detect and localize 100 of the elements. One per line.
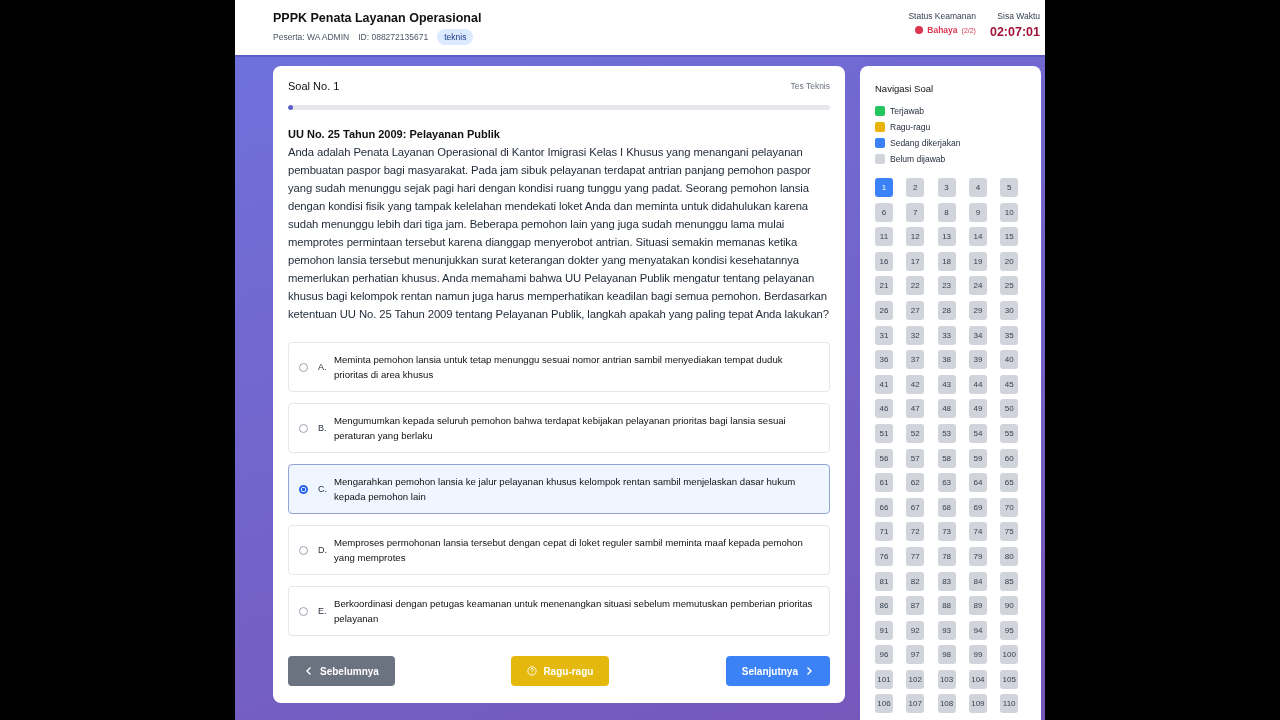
question-number-button[interactable]: 108 [937, 694, 956, 714]
question-number-button[interactable]: 88 [937, 596, 956, 616]
question-number-button[interactable]: 104 [968, 669, 987, 689]
question-number-button[interactable]: 34 [968, 325, 987, 345]
question-number-button[interactable]: 66 [875, 497, 893, 517]
question-number-button[interactable]: 95 [1000, 620, 1019, 640]
question-number-button[interactable]: 27 [906, 300, 925, 320]
question-number-button[interactable]: 26 [875, 300, 893, 320]
question-number-button[interactable]: 99 [968, 645, 987, 665]
question-number-button[interactable]: 109 [968, 694, 987, 714]
question-number-button[interactable]: 81 [875, 571, 893, 591]
question-number-button[interactable]: 62 [906, 473, 925, 493]
answer-option[interactable]: D. Memproses permohonan lansia tersebut dengan cepat di loket reguler sambil meminta maaf kepada pemohon yang memprotes [288, 525, 830, 575]
question-number-button[interactable]: 78 [937, 546, 956, 566]
question-number-button[interactable]: 97 [906, 645, 925, 665]
question-number-button[interactable]: 9 [968, 202, 987, 222]
question-number-button[interactable]: 59 [968, 448, 987, 468]
question-number-button[interactable]: 6 [875, 202, 893, 222]
question-number-button[interactable]: 24 [968, 276, 987, 296]
question-number-button[interactable]: 32 [906, 325, 925, 345]
question-number-button[interactable]: 14 [968, 227, 987, 247]
question-number-button[interactable]: 37 [906, 350, 925, 370]
question-number-button[interactable]: 70 [1000, 497, 1019, 517]
question-number-button[interactable]: 105 [1000, 669, 1019, 689]
answer-option[interactable]: A. Meminta pemohon lansia untuk tetap menunggu sesuai nomor antrian sambil menyediakan tempat duduk prioritas di area khusus [288, 342, 830, 392]
question-number-button[interactable]: 63 [937, 473, 956, 493]
question-number-button[interactable]: 39 [968, 350, 987, 370]
question-number-button[interactable]: 11 [875, 227, 893, 247]
question-number-button[interactable]: 77 [906, 546, 925, 566]
question-number-button[interactable]: 25 [1000, 276, 1019, 296]
question-number-button[interactable]: 20 [1000, 251, 1019, 271]
question-number-button[interactable]: 76 [875, 546, 893, 566]
question-number-button[interactable]: 33 [937, 325, 956, 345]
question-number-button[interactable]: 30 [1000, 300, 1019, 320]
question-number-button[interactable]: 48 [937, 399, 956, 419]
question-number-button[interactable]: 4 [968, 178, 987, 197]
question-number-button[interactable]: 90 [1000, 596, 1019, 616]
question-number-button[interactable]: 21 [875, 276, 893, 296]
question-number-button[interactable]: 58 [937, 448, 956, 468]
question-number-button[interactable]: 23 [937, 276, 956, 296]
question-number-button[interactable]: 41 [875, 374, 893, 394]
question-number-button[interactable]: 72 [906, 522, 925, 542]
question-number-button[interactable]: 3 [937, 178, 956, 197]
question-number-button[interactable]: 13 [937, 227, 956, 247]
question-number-button[interactable]: 35 [1000, 325, 1019, 345]
question-number-button[interactable]: 46 [875, 399, 893, 419]
question-number-button[interactable]: 68 [937, 497, 956, 517]
question-number-button[interactable]: 75 [1000, 522, 1019, 542]
question-number-button[interactable]: 83 [937, 571, 956, 591]
question-number-button[interactable]: 73 [937, 522, 956, 542]
question-number-button[interactable]: 52 [906, 423, 925, 443]
question-number-button[interactable]: 44 [968, 374, 987, 394]
question-number-button[interactable]: 29 [968, 300, 987, 320]
question-number-button[interactable]: 101 [875, 669, 893, 689]
question-number-button[interactable]: 18 [937, 251, 956, 271]
question-number-button[interactable]: 67 [906, 497, 925, 517]
question-number-button[interactable]: 82 [906, 571, 925, 591]
question-number-button[interactable]: 49 [968, 399, 987, 419]
question-number-button[interactable]: 51 [875, 423, 893, 443]
question-number-button[interactable]: 102 [906, 669, 925, 689]
question-number-button[interactable]: 1 [875, 178, 893, 197]
question-number-button[interactable]: 69 [968, 497, 987, 517]
question-number-button[interactable]: 86 [875, 596, 893, 616]
next-button[interactable]: Selanjutnya [725, 656, 830, 686]
question-number-button[interactable]: 42 [906, 374, 925, 394]
question-number-button[interactable]: 15 [1000, 227, 1019, 247]
question-number-button[interactable]: 54 [968, 423, 987, 443]
question-number-button[interactable]: 94 [968, 620, 987, 640]
question-number-button[interactable]: 71 [875, 522, 893, 542]
question-number-button[interactable]: 36 [875, 350, 893, 370]
question-number-button[interactable]: 65 [1000, 473, 1019, 493]
question-number-button[interactable]: 106 [875, 694, 893, 714]
question-number-button[interactable]: 31 [875, 325, 893, 345]
question-number-button[interactable]: 55 [1000, 423, 1019, 443]
question-number-button[interactable]: 17 [906, 251, 925, 271]
question-number-button[interactable]: 19 [968, 251, 987, 271]
question-number-button[interactable]: 61 [875, 473, 893, 493]
question-number-button[interactable]: 50 [1000, 399, 1019, 419]
question-number-button[interactable]: 2 [906, 178, 925, 197]
question-number-button[interactable]: 28 [937, 300, 956, 320]
question-number-button[interactable]: 16 [875, 251, 893, 271]
question-number-button[interactable]: 56 [875, 448, 893, 468]
question-number-button[interactable]: 103 [937, 669, 956, 689]
question-number-button[interactable]: 91 [875, 620, 893, 640]
question-number-button[interactable]: 110 [1000, 694, 1019, 714]
question-number-button[interactable]: 47 [906, 399, 925, 419]
question-number-button[interactable]: 43 [937, 374, 956, 394]
question-number-button[interactable]: 96 [875, 645, 893, 665]
question-number-button[interactable]: 38 [937, 350, 956, 370]
question-number-button[interactable]: 12 [906, 227, 925, 247]
question-number-button[interactable]: 5 [1000, 178, 1019, 197]
question-number-button[interactable]: 40 [1000, 350, 1019, 370]
answer-option[interactable]: E. Berkoordinasi dengan petugas keamanan untuk menenangkan situasi sebelum memutuskan pemberian prioritas pelayanan [288, 586, 830, 636]
question-number-button[interactable]: 92 [906, 620, 925, 640]
answer-option[interactable]: B. Mengumumkan kepada seluruh pemohon bahwa terdapat kebijakan pelayanan prioritas bagi lansia sesuai peraturan yang berlaku [288, 403, 830, 453]
question-number-button[interactable]: 22 [906, 276, 925, 296]
question-number-button[interactable]: 87 [906, 596, 925, 616]
question-number-button[interactable]: 107 [906, 694, 925, 714]
question-number-button[interactable]: 64 [968, 473, 987, 493]
question-number-button[interactable]: 93 [937, 620, 956, 640]
